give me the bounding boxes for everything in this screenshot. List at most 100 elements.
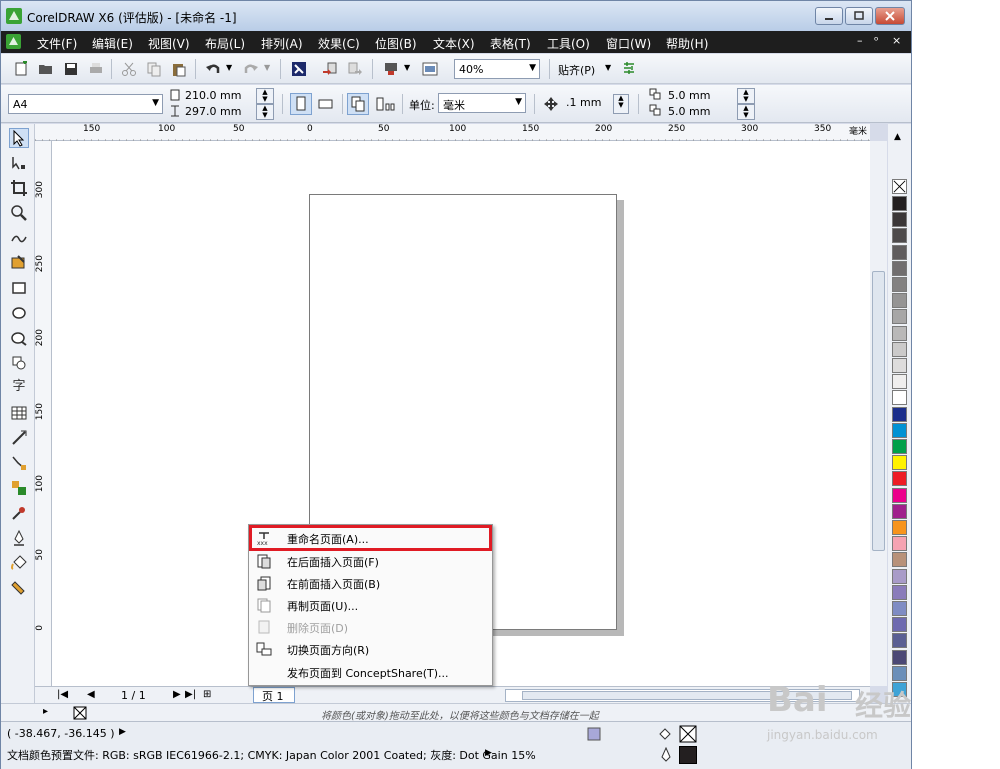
print-icon[interactable] [88, 61, 104, 77]
duplicate-page-menu-item[interactable]: 再制页面(U)... [251, 594, 490, 616]
vertical-scroll-thumb[interactable] [872, 271, 885, 551]
snap-to-button[interactable]: 贴齐(P) [558, 62, 595, 78]
nudge-spinner[interactable]: ▲ ▼ [613, 94, 629, 114]
color-swatch[interactable] [892, 568, 907, 584]
delete-page-menu-item[interactable]: 删除页面(D) [251, 616, 490, 638]
landscape-icon[interactable] [317, 95, 335, 113]
crop-tool-icon[interactable] [9, 179, 29, 199]
color-swatch[interactable] [892, 633, 907, 649]
blend-tool-icon[interactable] [9, 479, 29, 499]
current-page-icon[interactable] [375, 95, 395, 113]
page-height-value[interactable]: 297.0 mm [185, 105, 241, 118]
minimize-button[interactable] [815, 7, 843, 25]
menu-window[interactable]: 窗口(W) [606, 35, 651, 52]
color-swatch[interactable] [892, 260, 907, 276]
duplicate-x-spinner[interactable]: ▲ ▼ [737, 88, 755, 104]
color-swatch[interactable] [892, 552, 907, 568]
no-color-icon[interactable] [73, 706, 87, 720]
color-swatch[interactable] [892, 503, 907, 519]
color-swatch[interactable] [892, 406, 907, 422]
fill-tool-icon[interactable] [9, 554, 29, 574]
new-document-icon[interactable] [13, 61, 29, 77]
interactive-fill-tool-icon[interactable] [9, 579, 29, 599]
insert-page-after-menu-item[interactable]: 在后面插入页面(F) [251, 550, 490, 572]
connector-tool-icon[interactable] [9, 454, 29, 474]
color-swatch[interactable] [892, 244, 907, 260]
launcher-dropdown-icon[interactable]: ▼ [404, 63, 410, 72]
freehand-tool-icon[interactable] [9, 229, 29, 249]
import-icon[interactable] [322, 61, 338, 77]
color-swatch[interactable] [892, 325, 907, 341]
doc-restore-button[interactable]: ᵒ [874, 34, 879, 47]
menu-tools[interactable]: 工具(O) [547, 35, 590, 52]
units-combo[interactable]: 毫米 ▼ [438, 93, 526, 113]
menu-edit[interactable]: 编辑(E) [92, 35, 133, 52]
duplicate-distance-y[interactable]: 5.0 mm [668, 105, 710, 118]
last-page-icon[interactable]: ▶| [185, 689, 196, 700]
horizontal-ruler[interactable]: 150 100 50 0 50 100 150 200 250 300 350 … [35, 124, 870, 141]
color-swatch[interactable] [892, 358, 907, 373]
color-swatch[interactable] [892, 228, 907, 244]
insert-page-before-menu-item[interactable]: 在前面插入页面(B) [251, 572, 490, 594]
rectangle-tool-icon[interactable] [9, 279, 29, 299]
ellipse-tool-icon[interactable] [9, 304, 29, 324]
shape-tool-icon[interactable] [9, 154, 29, 174]
dimension-tool-icon[interactable] [9, 429, 29, 449]
color-swatch[interactable] [892, 455, 907, 471]
switch-page-orientation-menu-item[interactable]: 切换页面方向(R) [251, 638, 490, 660]
menu-text[interactable]: 文本(X) [433, 35, 475, 52]
profile-menu-icon[interactable]: ▶ [485, 748, 492, 758]
rename-page-menu-item[interactable]: xxx 重命名页面(A)... [249, 525, 492, 551]
page-width-value[interactable]: 210.0 mm [185, 89, 241, 102]
redo-icon[interactable] [243, 61, 259, 77]
text-tool-icon[interactable]: 字 [9, 377, 29, 397]
polygon-tool-icon[interactable] [9, 329, 29, 349]
basic-shapes-tool-icon[interactable] [9, 354, 29, 374]
export-icon[interactable] [347, 61, 363, 77]
duplicate-distance-x[interactable]: 5.0 mm [668, 89, 710, 102]
publish-to-conceptshare-menu-item[interactable]: 发布页面到 ConceptShare(T)... [251, 661, 490, 683]
menu-table[interactable]: 表格(T) [490, 35, 531, 52]
previous-page-icon[interactable]: ◀ [87, 689, 95, 700]
color-profile-info[interactable]: 文档颜色预置文件: RGB: sRGB IEC61966-2.1; CMYK: … [7, 747, 536, 763]
table-tool-icon[interactable] [9, 404, 29, 424]
all-pages-button[interactable] [347, 93, 369, 115]
color-swatch[interactable] [892, 422, 907, 438]
color-swatch[interactable] [892, 471, 907, 487]
color-swatch[interactable] [892, 601, 907, 616]
next-page-icon[interactable]: ▶ [173, 689, 181, 700]
color-swatch[interactable] [892, 341, 907, 357]
first-page-icon[interactable]: |◀ [57, 689, 68, 700]
color-swatch[interactable] [892, 617, 907, 633]
menu-bitmaps[interactable]: 位图(B) [375, 35, 417, 52]
zoom-tool-icon[interactable] [9, 204, 29, 224]
menu-effects[interactable]: 效果(C) [318, 35, 360, 52]
menu-arrange[interactable]: 排列(A) [261, 35, 303, 52]
welcome-screen-icon[interactable] [422, 61, 438, 77]
menu-help[interactable]: 帮助(H) [666, 35, 708, 52]
snap-dropdown-icon[interactable]: ▼ [605, 63, 611, 72]
copy-icon[interactable] [146, 61, 162, 77]
no-color-swatch[interactable] [892, 179, 907, 194]
menu-layout[interactable]: 布局(L) [205, 35, 245, 52]
color-swatch[interactable] [892, 309, 907, 325]
pick-tool-icon[interactable] [9, 128, 29, 148]
close-window-button[interactable] [875, 7, 905, 25]
add-page-icon[interactable]: ⊞ [203, 689, 211, 700]
vertical-scrollbar[interactable] [870, 141, 887, 686]
undo-dropdown-icon[interactable]: ▼ [226, 63, 232, 72]
page-tab[interactable]: 页 1 [253, 687, 295, 703]
nudge-distance-field[interactable]: .1 mm [562, 93, 612, 113]
color-swatch[interactable] [892, 520, 907, 535]
vertical-ruler[interactable]: 300 250 200 150 100 50 0 [35, 141, 52, 689]
redo-dropdown-icon[interactable]: ▼ [264, 63, 270, 72]
color-swatch[interactable] [892, 536, 907, 552]
color-swatch[interactable] [892, 374, 907, 390]
doc-minimize-button[interactable]: – [857, 34, 863, 47]
open-folder-icon[interactable] [38, 61, 54, 77]
color-swatch[interactable] [892, 293, 907, 309]
color-swatch[interactable] [892, 390, 907, 406]
palette-scroll-up-icon[interactable]: ▲ [894, 132, 901, 142]
save-icon[interactable] [63, 61, 79, 77]
color-swatch[interactable] [892, 196, 907, 211]
